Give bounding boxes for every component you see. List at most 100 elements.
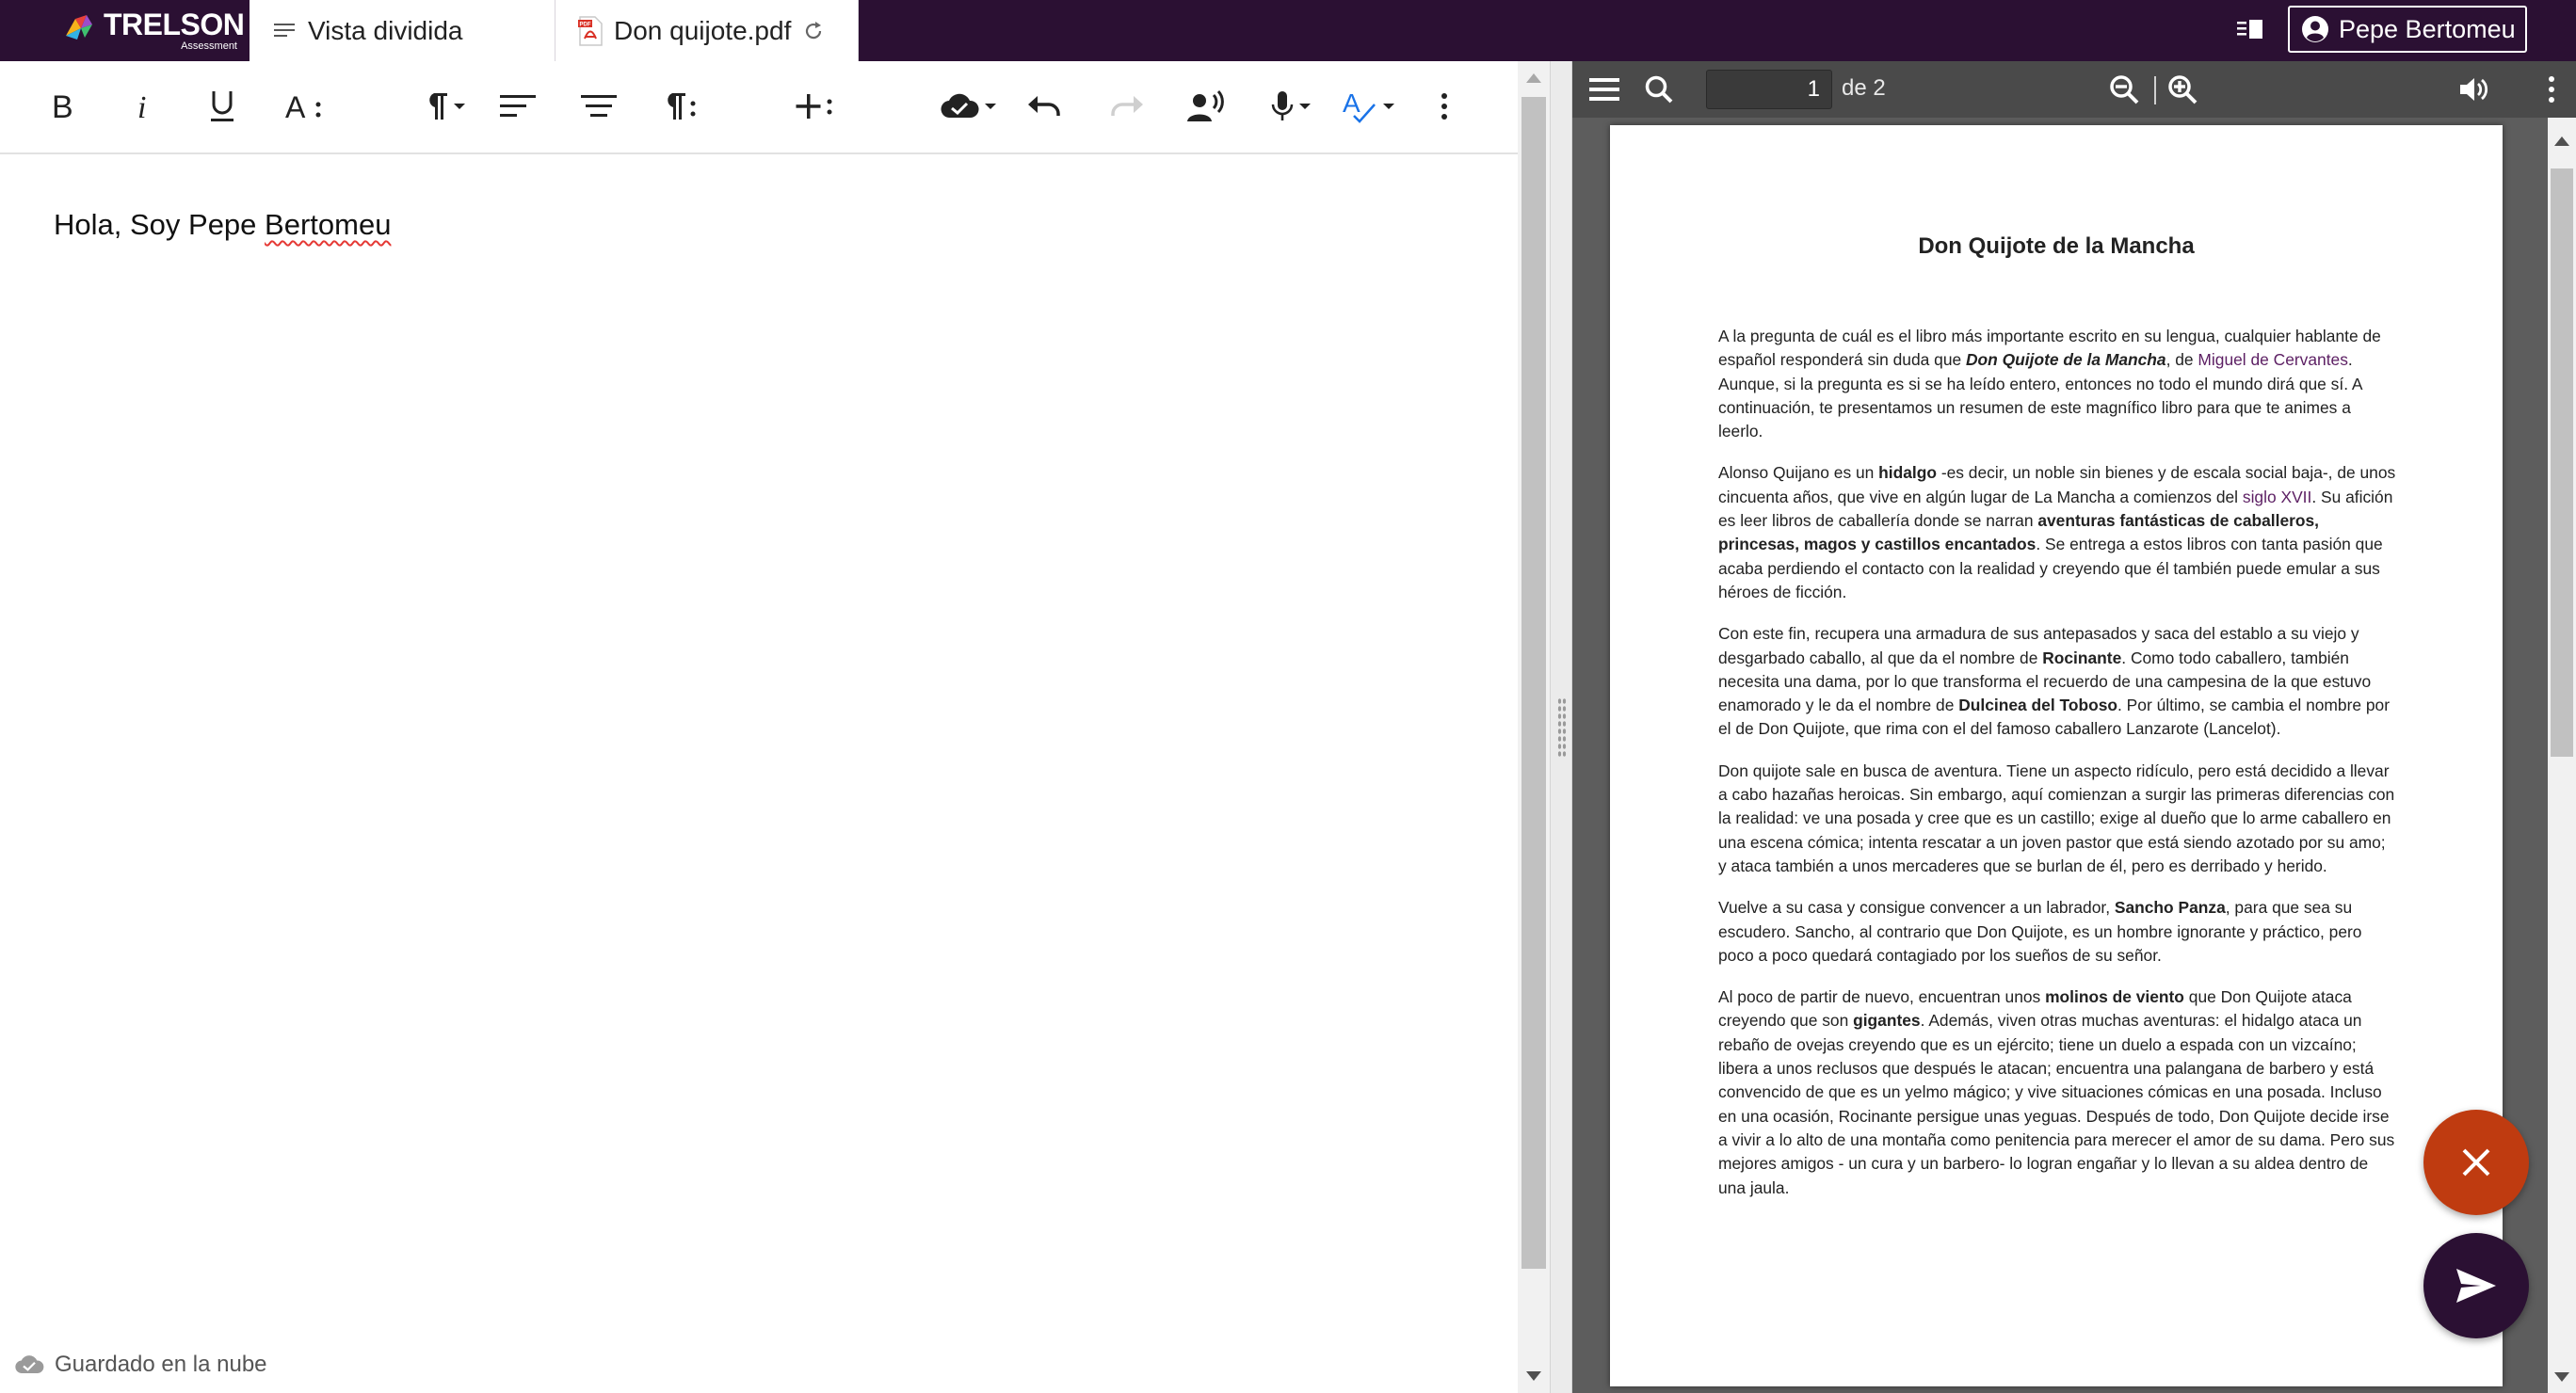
pdf-link[interactable]: Miguel de Cervantes [2198, 350, 2348, 369]
speaker-icon [2460, 78, 2488, 101]
svg-text:B: B [52, 90, 73, 122]
svg-text:i: i [137, 90, 146, 122]
text-run: Dulcinea del Toboso [1958, 696, 2118, 715]
text-run: Don Quijote de la Mancha [1966, 350, 2166, 370]
pilcrow-icon [429, 93, 447, 120]
brand-name: TRELSON [104, 8, 245, 41]
text-run: Sancho Panza [2114, 898, 2226, 918]
text-run: Vuelve a su casa y consigue convencer a … [1718, 898, 2115, 918]
pdf-paragraph: A la pregunta de cuál es el libro más im… [1718, 325, 2396, 443]
pdf-paragraph: Vuelve a su casa y consigue convencer a … [1718, 896, 2396, 968]
scroll-up-arrow[interactable] [2554, 136, 2569, 146]
tab-label: Vista dividida [308, 15, 463, 45]
hamburger-menu-icon [1589, 78, 1619, 101]
text-to-speech-button[interactable] [1184, 82, 1228, 131]
spellcheck-dropdown[interactable]: A [1339, 82, 1399, 131]
text-size-icon: A [285, 90, 321, 122]
redo-button[interactable] [1105, 82, 1147, 131]
read-aloud-button[interactable] [2457, 72, 2491, 106]
scrollbar-thumb[interactable] [2551, 168, 2573, 757]
misspelled-word[interactable]: Bertomeu [265, 208, 391, 241]
italic-button[interactable]: i [122, 82, 164, 131]
zoom-out-button[interactable] [2107, 72, 2141, 106]
more-vertical-icon [2549, 76, 2554, 103]
page-number-input[interactable] [1706, 70, 1832, 109]
pdf-paragraph: Al poco de partir de nuevo, encuentran u… [1718, 985, 2396, 1200]
pdf-document-title: Don Quijote de la Mancha [1918, 233, 2195, 259]
send-icon [2456, 1269, 2496, 1303]
editor-document-text[interactable]: Hola, Soy Pepe Bertomeu [54, 208, 391, 242]
pdf-paragraph: Con este fin, recupera una armadura de s… [1718, 622, 2396, 741]
text-size-button[interactable]: A [282, 82, 326, 131]
align-left-button[interactable] [497, 82, 539, 131]
align-left-icon [500, 95, 536, 117]
zoom-out-icon [2110, 75, 2139, 104]
pdf-page: Don Quijote de la Mancha A la pregunta d… [1610, 125, 2503, 1386]
text-run: hidalgo [1878, 463, 1937, 483]
paragraph-options-icon [668, 93, 696, 120]
search-icon [1645, 75, 1673, 104]
svg-text:PDF: PDF [580, 22, 591, 27]
align-center-icon [581, 95, 617, 117]
pdf-more-options-button[interactable] [2542, 72, 2561, 106]
paragraph-options-button[interactable] [659, 82, 700, 131]
insert-button[interactable] [791, 82, 838, 131]
user-menu-button[interactable]: Pepe Bertomeu [2288, 6, 2527, 53]
pdf-file-icon: PDF [576, 15, 604, 46]
zoom-in-button[interactable] [2165, 72, 2199, 106]
more-vertical-icon [1441, 93, 1447, 120]
text-run: molinos de viento [2045, 987, 2184, 1007]
page-count-label: de 2 [1842, 75, 1886, 101]
dictation-dropdown[interactable] [1262, 82, 1320, 131]
undo-button[interactable] [1024, 82, 1066, 131]
user-name: Pepe Bertomeu [2339, 14, 2516, 43]
submit-button[interactable] [2423, 1233, 2529, 1338]
text-run: gigantes [1853, 1011, 1921, 1031]
scroll-up-arrow[interactable] [1526, 73, 1541, 83]
tab-label: Don quijote.pdf [614, 15, 792, 45]
svg-text:A: A [1343, 89, 1360, 118]
text-editor-pane: B i A A Hola, Soy Pepe Bertomeu Guardado… [0, 61, 1518, 1393]
close-panel-button[interactable] [2423, 1110, 2529, 1215]
user-account-icon [2302, 16, 2328, 42]
top-bar: TRELSON Assessment Vista dividida PDF Do… [0, 0, 2576, 61]
tab-split-view[interactable]: Vista dividida [250, 0, 555, 61]
cloud-check-icon [941, 93, 979, 119]
text-run: . Además, viven otras muchas aventuras: … [1718, 1011, 2395, 1197]
scroll-down-arrow[interactable] [2554, 1372, 2569, 1382]
scroll-down-arrow[interactable] [1526, 1371, 1541, 1381]
more-options-button[interactable] [1427, 82, 1461, 131]
editor-toolbar: B i A A [0, 61, 1518, 154]
sidebar-toggle-button[interactable] [1587, 72, 1621, 106]
spellcheck-icon: A [1343, 89, 1376, 123]
editor-scrollbar[interactable] [1518, 61, 1550, 1393]
drag-handle-icon[interactable] [1557, 697, 1567, 758]
split-layout-icon[interactable] [2233, 14, 2267, 46]
pdf-link[interactable]: siglo XVII [2243, 488, 2311, 506]
undo-icon [1028, 96, 1060, 116]
cloud-save-dropdown[interactable] [936, 82, 1000, 131]
microphone-icon [1271, 91, 1294, 120]
pdf-scrollbar[interactable] [2548, 118, 2576, 1393]
pdf-paragraph: Alonso Quijano es un hidalgo -es decir, … [1718, 461, 2396, 604]
paragraph-style-dropdown[interactable] [414, 82, 475, 131]
text-run: Al poco de partir de nuevo, encuentran u… [1718, 987, 2046, 1007]
pane-splitter[interactable] [1550, 61, 1572, 1393]
pdf-document-view[interactable]: Don Quijote de la Mancha A la pregunta d… [1572, 118, 2548, 1393]
align-center-button[interactable] [578, 82, 620, 131]
bold-button[interactable]: B [41, 82, 83, 131]
scrollbar-thumb[interactable] [1521, 97, 1546, 1269]
plus-icon [796, 94, 832, 119]
text-run: Rocinante [2042, 648, 2122, 667]
tab-pdf-document[interactable]: PDF Don quijote.pdf [555, 0, 859, 61]
chevron-down-icon [1383, 104, 1394, 109]
cloud-check-icon [15, 1355, 44, 1374]
voice-reader-icon [1187, 89, 1224, 121]
save-status-label: Guardado en la nube [55, 1352, 267, 1377]
trelson-logo[interactable]: TRELSON Assessment [62, 6, 245, 55]
pdf-toolbar: de 2 [1572, 61, 2576, 118]
toolbar-divider [2154, 76, 2156, 104]
reload-icon[interactable] [802, 20, 825, 42]
underline-button[interactable] [201, 82, 243, 131]
pdf-search-button[interactable] [1642, 72, 1676, 106]
